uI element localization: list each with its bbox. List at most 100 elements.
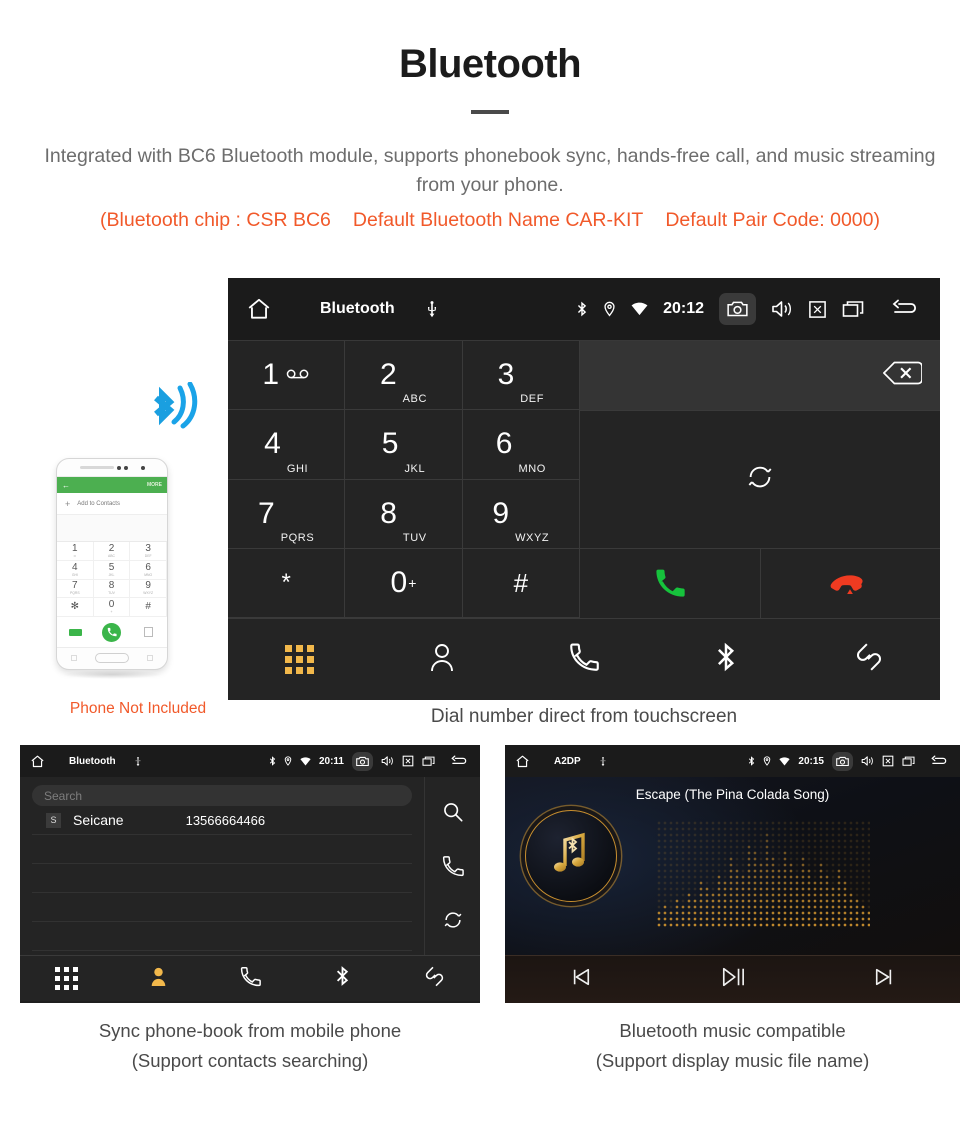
contact-row[interactable]: S Seicane 13566664466 <box>32 806 412 835</box>
dialer-screen: Bluetooth 20:12 1 2 ABC 3 DEF 4 GHI 5 JK… <box>228 278 940 700</box>
number-display[interactable] <box>580 341 940 411</box>
music-controls <box>505 955 960 1003</box>
key-letters: ABC <box>402 393 428 406</box>
volume-icon[interactable] <box>861 755 874 767</box>
contact-row-empty[interactable] <box>32 922 412 951</box>
sync-icon[interactable] <box>745 462 775 497</box>
tab-bluetooth[interactable] <box>296 965 388 992</box>
volume-icon[interactable] <box>771 299 793 319</box>
dialer-right-panel <box>580 341 940 618</box>
call-button[interactable] <box>580 548 761 618</box>
key-3[interactable]: 3 DEF <box>462 341 580 411</box>
camera-icon[interactable] <box>832 751 853 771</box>
volume-icon[interactable] <box>381 755 394 767</box>
tab-pair[interactable] <box>798 641 940 678</box>
dialer-statusbar: Bluetooth 20:12 <box>228 278 940 340</box>
contact-row-empty[interactable] <box>32 864 412 893</box>
close-box-icon[interactable] <box>882 755 894 767</box>
home-icon[interactable] <box>246 296 272 322</box>
tab-call-log[interactable] <box>204 966 296 992</box>
phonebook-side-actions <box>424 777 480 955</box>
tab-keypad[interactable] <box>20 967 112 990</box>
key-7[interactable]: 7 PQRS <box>228 479 346 549</box>
key-number: 8 <box>380 496 397 530</box>
wifi-icon <box>300 756 311 766</box>
recents-icon[interactable] <box>902 756 915 767</box>
key-star[interactable]: * <box>228 548 346 618</box>
key-4[interactable]: 4 GHI <box>228 410 346 480</box>
key-5[interactable]: 5 JKL <box>345 410 463 480</box>
dialer-sync-area[interactable] <box>580 410 940 549</box>
spec-line: (Bluetooth chip : CSR BC6 Default Bluetoo… <box>0 206 980 235</box>
home-icon[interactable] <box>515 754 530 769</box>
camera-icon[interactable] <box>352 751 373 771</box>
handset-icon <box>240 966 261 992</box>
page-description: Integrated with BC6 Bluetooth module, su… <box>44 145 936 196</box>
phone-appbar: ← MORE <box>57 477 167 493</box>
phone-key: 2 ABC <box>93 542 131 561</box>
recents-icon[interactable] <box>842 300 864 319</box>
handset-icon[interactable] <box>442 855 464 882</box>
dialer-tabbar <box>228 618 940 700</box>
recents-icon[interactable] <box>422 756 435 767</box>
phone-key: 0 + <box>93 598 131 617</box>
tab-bluetooth[interactable] <box>655 641 797 678</box>
next-button[interactable] <box>808 967 960 992</box>
phonebook-caption-line1: Sync phone-book from mobile phone <box>98 1020 402 1041</box>
back-icon[interactable] <box>892 299 922 319</box>
key-8[interactable]: 8 TUV <box>345 479 463 549</box>
link-icon <box>854 641 884 678</box>
phone-earpiece <box>57 459 167 476</box>
tab-call-log[interactable] <box>513 642 655 677</box>
contact-list: Search S Seicane 13566664466 <box>20 777 424 955</box>
album-art <box>525 810 617 902</box>
key-9[interactable]: 9 WXYZ <box>462 479 580 549</box>
hangup-button[interactable] <box>761 549 941 619</box>
contact-row-empty[interactable] <box>32 835 412 864</box>
dialer-body: 1 2 ABC 3 DEF 4 GHI 5 JKL 6 MNO 7 PQRS 8 TUV 9W… <box>228 340 940 618</box>
camera-icon[interactable] <box>719 293 756 325</box>
tab-keypad[interactable] <box>228 645 370 674</box>
key-2[interactable]: 2 ABC <box>345 341 463 411</box>
tab-contacts[interactable] <box>370 642 512 677</box>
contact-row-empty[interactable] <box>32 893 412 922</box>
home-icon[interactable] <box>30 754 45 769</box>
key-number: * <box>281 568 291 596</box>
dialer-caption: Dial number direct from touchscreen <box>430 706 738 727</box>
sync-icon[interactable] <box>442 909 464 936</box>
location-pin-icon <box>603 301 616 317</box>
person-icon <box>149 966 168 992</box>
phone-key: 3 DEF <box>130 542 167 561</box>
search-input[interactable]: Search <box>32 785 412 806</box>
key-6[interactable]: 6 MNO <box>462 410 580 480</box>
music-screen: A2DP 20:15 Escape (The Pina Colada Song) <box>505 745 960 1003</box>
tab-contacts[interactable] <box>112 966 204 992</box>
tab-pair[interactable] <box>388 965 480 993</box>
phone-navbar <box>57 648 167 668</box>
play-pause-button[interactable] <box>657 966 809 993</box>
back-icon[interactable] <box>451 754 470 768</box>
play-pause-icon <box>721 966 745 993</box>
close-box-icon[interactable] <box>402 755 414 767</box>
back-icon[interactable] <box>931 754 950 768</box>
key-letters: MNO <box>518 462 546 475</box>
key-letters: GHI <box>286 462 309 475</box>
search-icon[interactable] <box>442 801 464 828</box>
song-title: Escape (The Pina Colada Song) <box>635 787 830 802</box>
key-1[interactable]: 1 <box>228 341 346 411</box>
phonebook-screen: Bluetooth 20:11 Search S Seicane 1356666… <box>20 745 480 1003</box>
key-0[interactable]: 0 + <box>345 548 463 618</box>
phonebook-statusbar: Bluetooth 20:11 <box>20 745 480 777</box>
key-hash[interactable]: # <box>462 548 580 618</box>
wifi-icon <box>779 756 791 766</box>
close-box-icon[interactable] <box>808 300 827 319</box>
skip-next-icon <box>874 967 894 992</box>
person-icon <box>428 642 456 677</box>
handset-icon <box>569 642 599 677</box>
key-number: 1 <box>262 358 279 392</box>
backspace-icon[interactable] <box>882 360 923 391</box>
key-number: 5 <box>381 427 399 461</box>
wifi-icon <box>631 302 648 316</box>
key-number: 6 <box>495 427 513 461</box>
previous-button[interactable] <box>505 967 657 992</box>
